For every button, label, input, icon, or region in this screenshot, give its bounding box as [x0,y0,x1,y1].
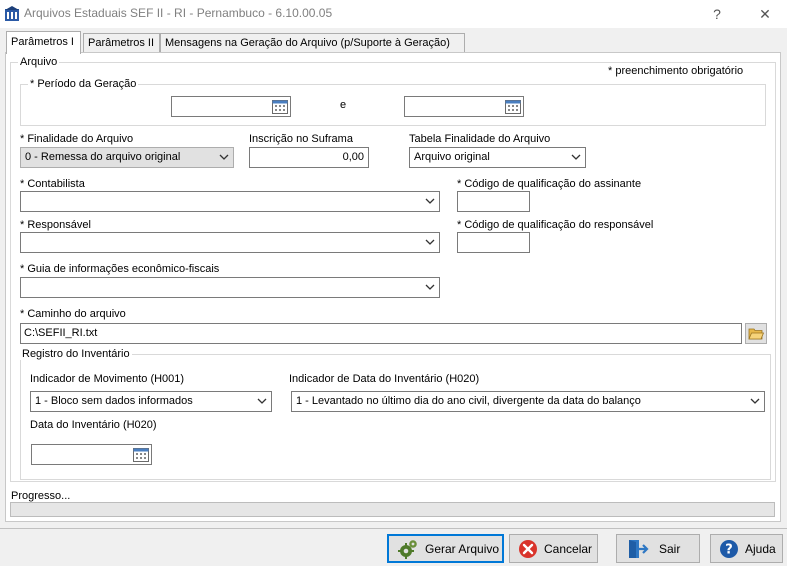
contabilista-label: * Contabilista [20,178,85,190]
chevron-down-icon [257,398,267,404]
movimento-value: 1 - Bloco sem dados informados [35,395,193,407]
chevron-down-icon [571,154,581,160]
svg-text:?: ? [725,542,733,557]
browse-folder-button[interactable] [745,323,767,344]
caminho-input[interactable]: C:\SEFII_RI.txt [20,323,742,344]
chevron-down-icon [425,284,435,290]
tabela-finalidade-value: Arquivo original [414,151,490,163]
ajuda-button[interactable]: ? Ajuda [710,534,783,563]
periodo-group [20,84,766,126]
gerar-arquivo-label: Gerar Arquivo [425,541,500,556]
cancelar-button[interactable]: Cancelar [509,534,598,563]
window-title: Arquivos Estaduais SEF II - RI - Pernamb… [24,6,333,20]
responsavel-select[interactable] [20,232,440,253]
sair-button[interactable]: Sair [616,534,700,563]
cancelar-label: Cancelar [544,541,593,556]
suframa-label: Inscrição no Suframa [249,133,353,145]
movimento-label: Indicador de Movimento (H001) [30,373,185,385]
inventario-group-label: Registro do Inventário [20,348,132,360]
data-inventario-date-field[interactable] [31,444,152,465]
finalidade-label: * Finalidade do Arquivo [20,133,134,145]
chevron-down-icon [425,239,435,245]
sair-label: Sair [659,541,681,556]
title-bar: Arquivos Estaduais SEF II - RI - Pernamb… [0,0,787,28]
tabela-finalidade-select[interactable]: Arquivo original [409,147,586,168]
periodo-separator: e [340,99,347,111]
caminho-label: * Caminho do arquivo [20,308,126,320]
folder-open-icon [748,328,764,340]
cancel-icon [519,539,537,558]
chevron-down-icon [750,398,760,404]
caminho-value: C:\SEFII_RI.txt [24,327,98,339]
separator [0,528,787,529]
chevron-down-icon [425,198,435,204]
suframa-value: 0,00 [342,151,364,163]
calendar-icon[interactable] [133,447,149,462]
data-indicador-label: Indicador de Data do Inventário (H020) [289,373,480,385]
periodo-end-date-field[interactable] [404,96,524,117]
cod-responsavel-input[interactable] [457,232,530,253]
finalidade-select[interactable]: 0 - Remessa do arquivo original [20,147,234,168]
data-inventario-label: Data do Inventário (H020) [30,419,157,431]
data-indicador-select[interactable]: 1 - Levantado no último dia do ano civil… [291,391,765,412]
progress-label: Progresso... [11,490,71,502]
ajuda-label: Ajuda [745,541,776,556]
tab-parametros-2[interactable]: Parâmetros II [83,33,160,53]
progress-bar [10,502,775,517]
tab-mensagens[interactable]: Mensagens na Geração do Arquivo (p/Supor… [160,33,465,53]
gear-icon [398,539,417,559]
app-building-icon [5,6,19,21]
responsavel-label: * Responsável [20,219,91,231]
suframa-input[interactable]: 0,00 [249,147,369,168]
cod-assinante-input[interactable] [457,191,530,212]
guia-select[interactable] [20,277,440,298]
required-note: * preenchimento obrigatório [608,65,744,77]
periodo-start-date-field[interactable] [171,96,291,117]
calendar-icon[interactable] [505,99,521,114]
cod-assinante-label: * Código de qualificação do assinante [457,178,642,190]
data-indicador-value: 1 - Levantado no último dia do ano civil… [296,395,641,407]
finalidade-value: 0 - Remessa do arquivo original [25,151,181,163]
movimento-select[interactable]: 1 - Bloco sem dados informados [30,391,272,412]
tab-parametros-1[interactable]: Parâmetros I [6,31,81,54]
chevron-down-icon [219,154,229,160]
exit-door-icon [629,539,649,558]
calendar-icon[interactable] [272,99,288,114]
contabilista-select[interactable] [20,191,440,212]
help-title-button[interactable]: ? [702,3,732,25]
arquivo-group-label: Arquivo [18,56,60,68]
cod-responsavel-label: * Código de qualificação do responsável [457,219,654,231]
guia-label: * Guia de informações econômico-fiscais [20,263,220,275]
close-window-button[interactable]: ✕ [750,3,780,25]
gerar-arquivo-button[interactable]: Gerar Arquivo [387,534,504,563]
periodo-label: * Período da Geração [28,78,139,90]
tabela-finalidade-label: Tabela Finalidade do Arquivo [409,133,551,145]
help-icon: ? [720,539,738,558]
